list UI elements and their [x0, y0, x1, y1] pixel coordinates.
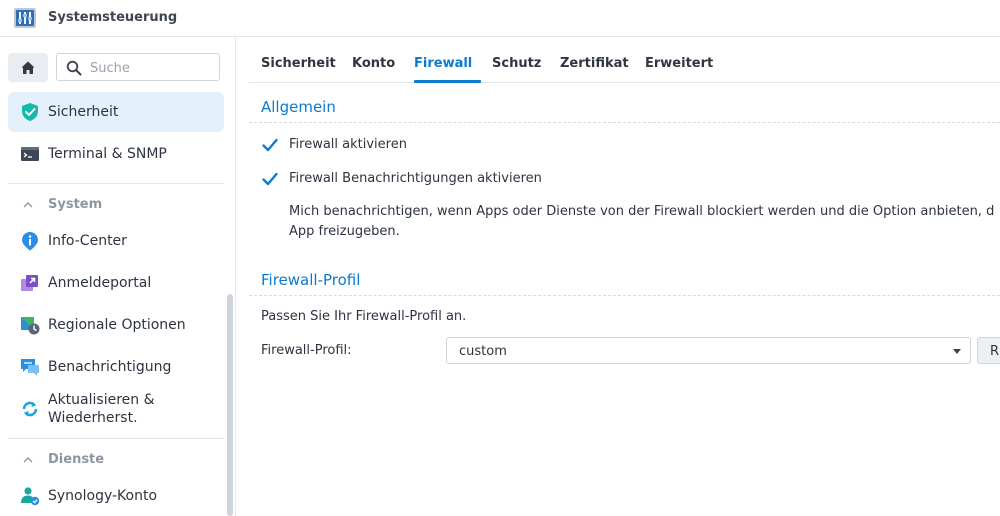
synology-account-icon [21, 487, 40, 506]
profile-button-label: R [990, 344, 1000, 359]
firewall-profile-label: Firewall-Profil: [261, 343, 352, 358]
notification-icon [21, 359, 39, 376]
sidebar-item-anmeldeportal[interactable]: Anmeldeportal [8, 263, 224, 303]
chevron-up-icon [23, 202, 33, 208]
login-portal-icon [21, 275, 38, 291]
section-divider [249, 122, 1000, 123]
update-restore-icon [22, 401, 38, 417]
tab-zertifikat[interactable]: Zertifikat [560, 56, 629, 71]
tab-firewall[interactable]: Firewall [414, 56, 472, 71]
regional-options-icon [21, 317, 40, 335]
sidebar-item-label: Benachrichtigung [48, 359, 172, 375]
home-button[interactable] [8, 53, 48, 82]
search-input[interactable] [90, 59, 210, 77]
section-divider [249, 295, 1000, 296]
notification-description: Mich benachrichtigen, wenn Apps oder Die… [289, 202, 1000, 242]
sidebar-item-label: Terminal & SNMP [48, 146, 167, 162]
dropdown-caret-icon [953, 349, 961, 354]
selected-profile: custom [459, 344, 507, 359]
window-title: Systemsteuerung [48, 10, 178, 25]
sidebar-item-sicherheit[interactable]: Sicherheit [8, 92, 224, 132]
title-bar: Systemsteuerung [0, 0, 1000, 37]
tab-schutz[interactable]: Schutz [492, 56, 541, 71]
sidebar-item-label: Sicherheit [48, 104, 119, 120]
firewall-profile-select[interactable]: custom [446, 337, 971, 364]
label-line-2: Wiederherst. [48, 410, 138, 426]
control-panel-icon [14, 8, 36, 28]
search-icon [66, 60, 82, 76]
sidebar-item-label: Info-Center [48, 233, 127, 249]
sidebar-item-regionale-optionen[interactable]: Regionale Optionen [8, 305, 224, 345]
checkbox-checked-icon[interactable] [261, 170, 279, 188]
tab-bar: Sicherheit Konto Firewall Schutz Zertifi… [249, 37, 1000, 83]
sidebar-item-label: Aktualisieren & Wiederherst. [48, 391, 155, 427]
group-title: Dienste [48, 452, 105, 467]
sidebar-divider [8, 438, 224, 439]
sidebar-item-synology-konto[interactable]: Synology-Konto [8, 476, 224, 516]
sidebar: Sicherheit Terminal & SNMP System Info-C… [0, 37, 236, 516]
section-title-firewall-profil: Firewall-Profil [261, 271, 361, 289]
tab-erweitert[interactable]: Erweitert [645, 56, 713, 71]
profile-instruction: Passen Sie Ihr Firewall-Profil an. [261, 309, 467, 324]
home-icon [21, 61, 35, 74]
main-panel: Sicherheit Konto Firewall Schutz Zertifi… [237, 37, 1000, 516]
description-line-2: App freizugeben. [289, 224, 400, 239]
sidebar-item-label: Synology-Konto [48, 488, 158, 504]
tab-konto[interactable]: Konto [352, 56, 395, 71]
enable-firewall-label: Firewall aktivieren [289, 137, 407, 152]
search-field[interactable] [56, 53, 220, 81]
section-title-allgemein: Allgemein [261, 98, 336, 116]
active-tab-indicator [414, 80, 481, 83]
info-icon [22, 232, 38, 251]
label-line-1: Aktualisieren & [48, 392, 155, 408]
sidebar-item-info-center[interactable]: Info-Center [8, 221, 224, 261]
sidebar-item-terminal-snmp[interactable]: Terminal & SNMP [8, 134, 224, 174]
chevron-up-icon [23, 457, 33, 463]
description-line-1: Mich benachrichtigen, wenn Apps oder Die… [289, 204, 995, 219]
sidebar-item-label: Regionale Optionen [48, 317, 186, 333]
sidebar-divider [8, 183, 224, 184]
group-title: System [48, 197, 103, 212]
enable-notifications-label: Firewall Benachrichtigungen aktivieren [289, 171, 542, 186]
shield-icon [22, 103, 38, 121]
tab-sicherheit[interactable]: Sicherheit [261, 56, 336, 71]
checkbox-checked-icon[interactable] [261, 136, 279, 154]
sidebar-item-benachrichtigung[interactable]: Benachrichtigung [8, 347, 224, 387]
profile-rules-button[interactable]: R [977, 337, 1000, 364]
sidebar-item-aktualisieren-wiederherst[interactable]: Aktualisieren & Wiederherst. [8, 389, 224, 429]
sidebar-item-label: Anmeldeportal [48, 275, 152, 291]
sidebar-scrollbar[interactable] [227, 294, 233, 516]
terminal-icon [21, 147, 39, 161]
